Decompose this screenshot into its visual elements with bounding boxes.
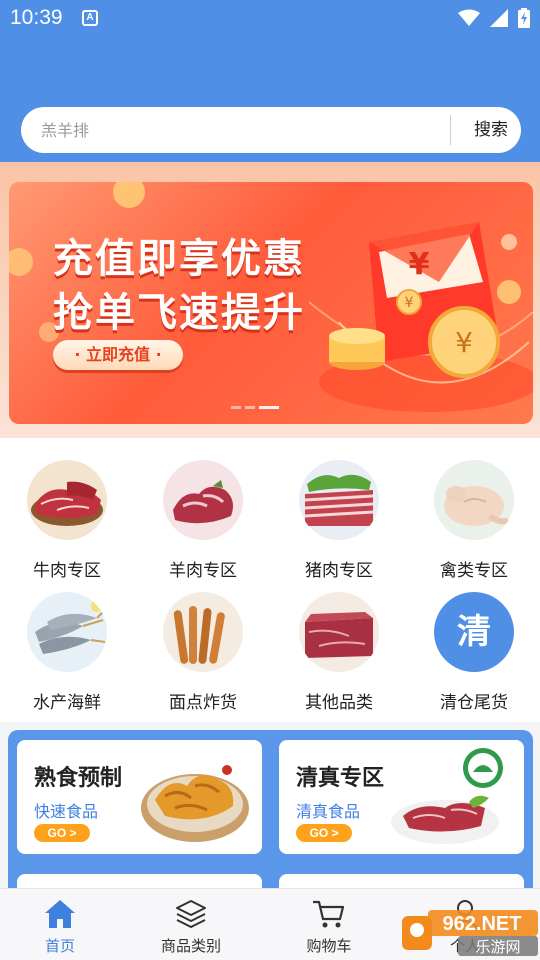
recharge-button[interactable]: · 立即充值 · [53,340,183,370]
category-label: 羊肉专区 [169,561,237,581]
wifi-icon [458,9,480,26]
promo-title: 清真专区 [296,766,385,791]
clearance-badge: 清 [434,592,514,672]
category-label: 猪肉专区 [305,561,373,581]
promo-section: 熟食预制 快速食品 GO > 清真专区 清真食品 GO > [8,730,533,914]
category-grid: 牛肉专区 羊肉专区 猪肉专区 禽类专区 水产海鲜 面点炸货 其他品类 清 清仓尾… [0,438,540,722]
tab-label: 购物车 [306,937,352,955]
category-fried-food[interactable]: 面点炸货 [143,592,263,713]
fried-chicken-image [141,765,249,842]
tab-cart[interactable]: 购物车 [269,889,389,960]
banner-dot[interactable] [231,406,241,409]
status-icons [458,8,530,28]
promo-card-halal[interactable]: 清真专区 清真食品 GO > [279,740,524,854]
halal-steak-image [391,748,503,844]
seafood-image [27,592,107,672]
banner-area: ¥ ¥ ¥ 充值即享优惠 抢单飞速提升 · 立即充值 · [0,162,540,438]
promo-banner[interactable]: ¥ ¥ ¥ 充值即享优惠 抢单飞速提升 · 立即充值 · [9,182,533,424]
search-box: 搜索 [21,107,521,153]
banner-dot-active[interactable] [259,406,279,409]
promo-subtitle: 清真食品 [296,802,361,821]
promo-go-button[interactable]: GO > [296,824,352,842]
svg-text:962.NET: 962.NET [443,913,522,935]
search-input[interactable] [41,107,461,153]
a-badge-icon: A [82,10,98,26]
lamb-image [163,460,243,540]
category-label: 禽类专区 [440,561,508,581]
banner-dot[interactable] [245,406,255,409]
search-button[interactable]: 搜索 [461,107,521,153]
banner-pagination [231,406,279,409]
fried-food-image [163,592,243,672]
category-label: 牛肉专区 [33,561,101,581]
svg-text:¥: ¥ [455,326,473,359]
category-label: 水产海鲜 [33,693,101,713]
category-other[interactable]: 其他品类 [279,592,399,713]
pork-image [299,460,379,540]
promo-subtitle: 快速食品 [34,802,99,821]
cart-icon [313,900,345,928]
category-label: 面点炸货 [169,693,237,713]
category-label: 其他品类 [305,693,373,713]
category-beef[interactable]: 牛肉专区 [7,460,127,581]
category-poultry[interactable]: 禽类专区 [414,460,534,581]
svg-text:乐游网: 乐游网 [475,938,520,956]
search-divider [450,115,451,145]
site-watermark-logo: 962.NET 乐游网 [402,910,538,956]
svg-text:¥: ¥ [409,247,430,282]
beef-image [27,460,107,540]
banner-headline-1: 充值即享优惠 [53,236,305,282]
signal-icon [490,9,508,27]
category-lamb[interactable]: 羊肉专区 [143,460,263,581]
status-bar: 10:39 A [0,0,540,36]
svg-text:¥: ¥ [405,295,414,311]
promo-card-cooked-food[interactable]: 熟食预制 快速食品 GO > [17,740,262,854]
tab-home[interactable]: 首页 [0,889,120,960]
status-time: 10:39 [10,6,63,29]
promo-go-button[interactable]: GO > [34,824,90,842]
other-meat-image [299,592,379,672]
tab-categories[interactable]: 商品类别 [131,889,251,960]
tab-label: 商品类别 [160,937,221,955]
poultry-image [434,460,514,540]
header: 搜索 [0,36,540,162]
category-pork[interactable]: 猪肉专区 [279,460,399,581]
category-seafood[interactable]: 水产海鲜 [7,592,127,713]
home-icon [45,900,75,928]
category-clearance[interactable]: 清 清仓尾货 [414,592,534,713]
promo-title: 熟食预制 [34,766,123,791]
tab-label: 首页 [44,937,75,955]
battery-charging-icon [518,8,530,28]
layers-icon [176,900,206,928]
banner-headline-2: 抢单飞速提升 [53,290,305,336]
category-label: 清仓尾货 [440,693,508,713]
